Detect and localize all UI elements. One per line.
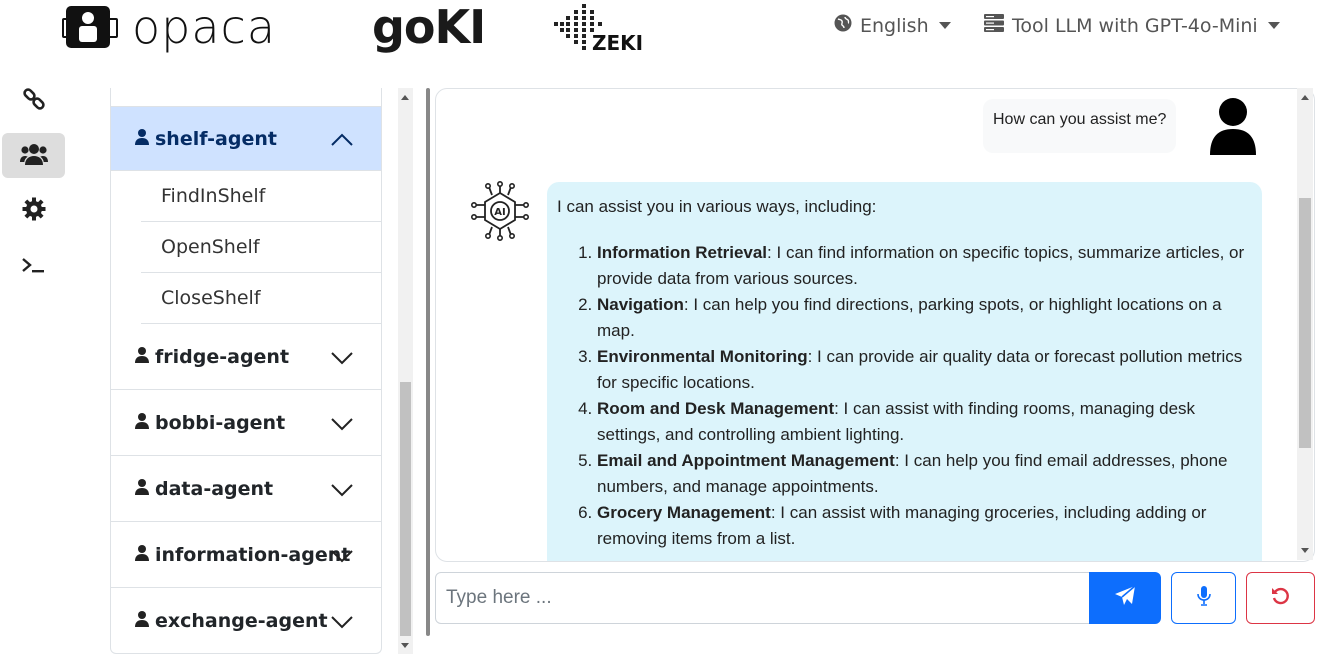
- chevron-down-icon: [331, 416, 353, 435]
- chevron-up-icon: [331, 132, 353, 151]
- backend-dropdown[interactable]: Tool LLM with GPT-4o-Mini: [984, 14, 1280, 37]
- user-icon: [135, 412, 149, 433]
- chat-scrollbar[interactable]: [1297, 88, 1313, 560]
- terminal-icon: [21, 255, 47, 279]
- list-item: Room and Desk Management: I can assist w…: [597, 396, 1252, 448]
- list-item: Environmental Monitoring: I can provide …: [597, 344, 1252, 396]
- agent-header-bobbi-agent[interactable]: bobbi-agent: [111, 390, 381, 456]
- chevron-down-icon: [331, 482, 353, 501]
- action-item[interactable]: CloseShelf: [141, 273, 381, 324]
- globe-icon: [834, 14, 852, 37]
- reset-button[interactable]: [1246, 572, 1315, 624]
- agent-name: information-agent: [155, 543, 351, 566]
- chat-window: How can you assist me? AI I can assist y…: [435, 88, 1315, 562]
- server-icon: [984, 14, 1004, 37]
- agent-header-shelf-agent[interactable]: shelf-agent: [111, 106, 381, 171]
- chevron-down-icon: [331, 548, 353, 567]
- top-header: opaca goKI ZEKI English Tool LLM with GP…: [0, 0, 1328, 56]
- settings-tab[interactable]: [2, 188, 65, 233]
- agent-header-exchange-agent[interactable]: exchange-agent: [111, 588, 381, 653]
- agent-header-fridge-agent[interactable]: fridge-agent: [111, 324, 381, 390]
- agent-name: exchange-agent: [155, 609, 328, 632]
- user-icon: [135, 128, 149, 149]
- opaca-logo-mark: [62, 6, 118, 48]
- goki-logo: goKI: [372, 0, 486, 54]
- chevron-down-icon: [331, 350, 353, 369]
- ai-message-list: Information Retrieval: I can find inform…: [557, 240, 1252, 552]
- language-dropdown[interactable]: English: [834, 14, 951, 37]
- scrollbar-thumb[interactable]: [400, 382, 411, 636]
- microphone-icon: [1196, 586, 1211, 610]
- user-icon: [135, 478, 149, 499]
- chat-input-row: [435, 572, 1315, 624]
- scroll-up-arrow-icon[interactable]: [1301, 95, 1309, 100]
- chevron-down-icon: [331, 614, 353, 633]
- agent-list-scrollbar[interactable]: [398, 88, 413, 654]
- list-item: Information Retrieval: I can find inform…: [597, 240, 1252, 292]
- send-button[interactable]: [1089, 572, 1161, 624]
- opaca-logo-text: opaca: [132, 0, 277, 54]
- user-avatar-icon: [1208, 97, 1258, 155]
- agent-name: bobbi-agent: [155, 411, 286, 434]
- user-message-bubble: How can you assist me?: [983, 99, 1177, 153]
- agent-header-data-agent[interactable]: data-agent: [111, 456, 381, 522]
- agent-name: shelf-agent: [155, 127, 277, 150]
- opaca-logo: opaca: [62, 0, 277, 54]
- panel-resize-handle[interactable]: [426, 88, 430, 636]
- console-tab[interactable]: [2, 244, 65, 289]
- user-icon: [135, 610, 149, 631]
- list-item: Navigation: I can help you find directio…: [597, 292, 1252, 344]
- user-icon: [135, 544, 149, 565]
- message-input[interactable]: [435, 572, 1090, 624]
- list-item: Grocery Management: I can assist with ma…: [597, 500, 1252, 552]
- connection-tab[interactable]: [2, 78, 65, 123]
- ai-message-bubble: I can assist you in various ways, includ…: [547, 182, 1262, 561]
- caret-down-icon: [1267, 22, 1280, 29]
- agent-name: data-agent: [155, 477, 274, 500]
- action-item[interactable]: OpenShelf: [141, 222, 381, 273]
- agent-header-information-agent[interactable]: information-agent: [111, 522, 381, 588]
- svg-text:AI: AI: [494, 207, 505, 218]
- gear-icon: [22, 197, 46, 225]
- scroll-down-arrow-icon[interactable]: [401, 643, 409, 648]
- agent-name: fridge-agent: [155, 345, 290, 368]
- microphone-button[interactable]: [1171, 572, 1236, 624]
- language-label: English: [860, 14, 929, 37]
- ai-avatar-icon: AI: [470, 180, 530, 241]
- scroll-down-arrow-icon[interactable]: [1301, 548, 1309, 553]
- reset-icon: [1271, 586, 1291, 610]
- action-item[interactable]: FindInShelf: [141, 171, 381, 222]
- list-item: Email and Appointment Management: I can …: [597, 448, 1252, 500]
- send-icon: [1114, 585, 1136, 611]
- backend-label: Tool LLM with GPT-4o-Mini: [1012, 14, 1258, 37]
- ai-message-intro: I can assist you in various ways, includ…: [557, 197, 877, 216]
- agents-tab[interactable]: [2, 133, 65, 178]
- zeki-logo-text: ZEKI: [592, 31, 642, 54]
- zeki-logo: ZEKI: [552, 2, 642, 54]
- link-icon: [22, 87, 46, 115]
- scrollbar-thumb[interactable]: [1299, 198, 1311, 448]
- caret-down-icon: [938, 22, 951, 29]
- user-icon: [135, 346, 149, 367]
- users-icon: [19, 143, 48, 169]
- agent-list: shelf-agent FindInShelf OpenShelf CloseS…: [110, 88, 382, 654]
- scroll-up-arrow-icon[interactable]: [401, 95, 409, 100]
